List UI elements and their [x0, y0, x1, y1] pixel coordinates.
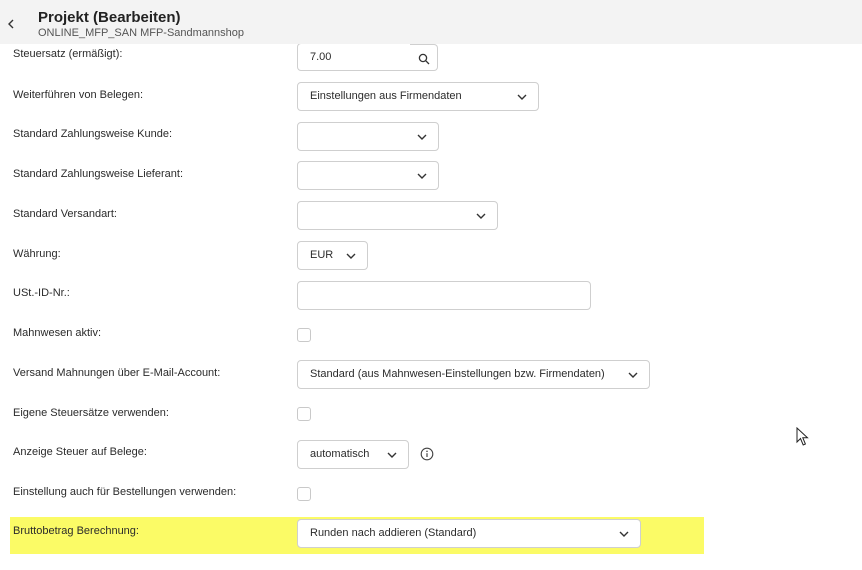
label-zahlungsweise-lieferant: Standard Zahlungsweise Lieferant:	[13, 168, 183, 180]
label-versandart: Standard Versandart:	[13, 208, 117, 220]
back-button[interactable]	[4, 14, 18, 34]
chevron-down-icon	[387, 452, 397, 458]
form-content: Steuersatz (ermäßigt): 7.00 Weiterführen…	[0, 0, 862, 570]
label-anzeige-steuer: Anzeige Steuer auf Belege:	[13, 446, 147, 458]
label-steuersatz: Steuersatz (ermäßigt):	[13, 48, 123, 60]
weiterfuehren-select[interactable]: Einstellungen aus Firmendaten	[297, 82, 539, 111]
zahlungsweise-kunde-select[interactable]	[297, 122, 439, 151]
search-icon	[418, 53, 430, 65]
label-ust-id: USt.-ID-Nr.:	[13, 287, 70, 299]
ust-id-input[interactable]	[297, 281, 591, 310]
mouse-cursor-icon	[796, 427, 809, 446]
steuersatz-input[interactable]: 7.00	[297, 43, 411, 71]
chevron-down-icon	[417, 173, 427, 179]
page-subtitle: ONLINE_MFP_SAN MFP-Sandmannshop	[38, 27, 245, 39]
chevron-down-icon	[619, 531, 629, 537]
versandart-select[interactable]	[297, 201, 498, 230]
waehrung-select[interactable]: EUR	[297, 241, 368, 270]
zahlungsweise-lieferant-select[interactable]	[297, 161, 439, 190]
label-waehrung: Währung:	[13, 248, 61, 260]
chevron-down-icon	[417, 134, 427, 140]
chevron-down-icon	[346, 253, 356, 259]
steuersatz-search-button[interactable]	[410, 44, 438, 71]
label-einstellung-bestellungen: Einstellung auch für Bestellungen verwen…	[13, 486, 237, 498]
label-weiterfuehren: Weiterführen von Belegen:	[13, 89, 144, 101]
anzeige-steuer-select[interactable]: automatisch	[297, 440, 409, 469]
chevron-down-icon	[517, 94, 527, 100]
chevron-down-icon	[628, 372, 638, 378]
versand-mahnungen-select[interactable]: Standard (aus Mahnwesen-Einstellungen bz…	[297, 360, 650, 389]
info-icon[interactable]	[420, 447, 434, 461]
label-eigene-steuersaetze: Eigene Steuersätze verwenden:	[13, 407, 169, 419]
mahnwesen-checkbox[interactable]	[297, 328, 311, 342]
page-header: Projekt (Bearbeiten) ONLINE_MFP_SAN MFP-…	[0, 0, 862, 44]
chevron-down-icon	[476, 213, 486, 219]
eigene-steuersaetze-checkbox[interactable]	[297, 407, 311, 421]
label-versand-mahnungen: Versand Mahnungen über E-Mail-Account:	[13, 367, 221, 379]
label-zahlungsweise-kunde: Standard Zahlungsweise Kunde:	[13, 128, 172, 140]
einstellung-bestellungen-checkbox[interactable]	[297, 487, 311, 501]
label-mahnwesen: Mahnwesen aktiv:	[13, 327, 102, 339]
chevron-left-icon	[8, 19, 14, 29]
bruttobetrag-select[interactable]: Runden nach addieren (Standard)	[297, 519, 641, 548]
page-title: Projekt (Bearbeiten)	[38, 9, 181, 26]
label-bruttobetrag: Bruttobetrag Berechnung:	[13, 525, 139, 537]
